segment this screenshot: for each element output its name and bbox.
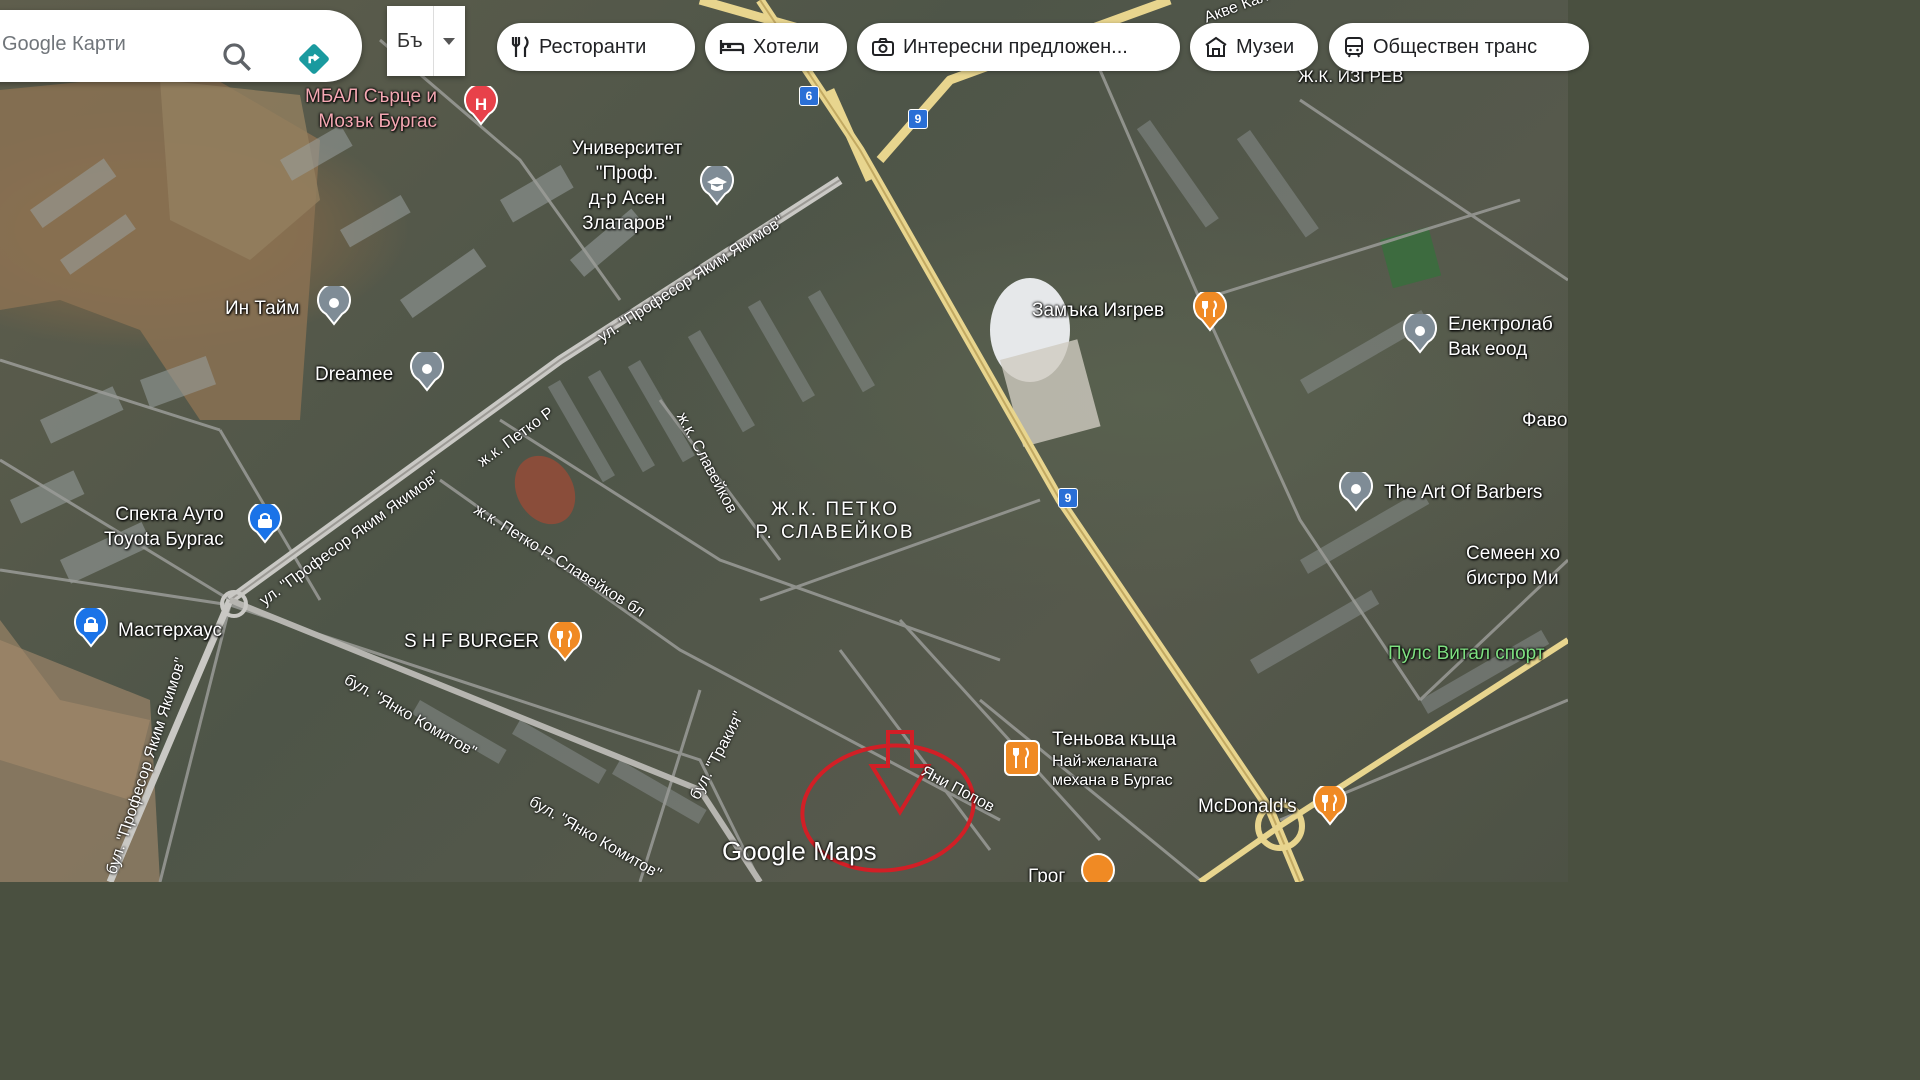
search-icon[interactable] xyxy=(220,40,254,74)
chip-transit[interactable]: Обществен транс xyxy=(1329,23,1589,71)
road-shield: 9 xyxy=(1058,488,1078,508)
map-canvas[interactable]: 6 9 9 ул. "Професор Яким Якимов" ул. "Пр… xyxy=(0,0,1568,882)
place-label-art-of-barbers[interactable]: The Art Of Barbers xyxy=(1384,480,1542,505)
restaurant-pin-icon[interactable] xyxy=(1312,786,1348,826)
divider xyxy=(433,6,434,76)
chip-hotels[interactable]: Хотели xyxy=(705,23,847,71)
satellite-base xyxy=(0,0,1568,882)
hospital-pin-icon[interactable]: H xyxy=(463,86,499,126)
place-label-masterhaus[interactable]: Мастерхаус xyxy=(118,618,222,643)
place-label-grog[interactable]: Грог xyxy=(1028,864,1065,882)
car-dealer-pin-icon[interactable] xyxy=(247,504,283,544)
museum-icon xyxy=(1205,36,1227,57)
place-pin-icon[interactable] xyxy=(1402,314,1438,354)
place-label-in-time[interactable]: Ин Тайм xyxy=(225,296,299,321)
university-pin-icon[interactable] xyxy=(699,166,735,206)
chip-label: Хотели xyxy=(753,35,820,58)
search-box xyxy=(0,10,362,82)
restaurant-pin-icon[interactable] xyxy=(1192,292,1228,332)
transit-icon xyxy=(1345,37,1363,58)
district-label: Ж.К. ПЕТКО Р. СЛАВЕЙКОВ xyxy=(755,499,915,543)
chip-label: Музеи xyxy=(1236,35,1295,58)
place-label-zamaka[interactable]: Замъка Изгрев xyxy=(1032,298,1164,323)
fork-knife-icon xyxy=(511,36,529,57)
google-maps-watermark: Google Maps xyxy=(722,836,877,866)
place-pin-icon[interactable] xyxy=(316,286,352,326)
svg-text:H: H xyxy=(475,95,487,114)
place-label-university[interactable]: Университет "Проф. д-р Асен Златаров" xyxy=(558,136,696,236)
shop-pin-icon[interactable] xyxy=(73,608,109,648)
language-selector[interactable]: Бъ xyxy=(387,6,465,76)
place-label-pulse[interactable]: Пулс Витал спорт xyxy=(1388,641,1545,666)
place-label-hospital[interactable]: МБАЛ Сърце и Мозък Бургас xyxy=(305,84,437,134)
place-label-dreamee[interactable]: Dreamee xyxy=(315,362,393,387)
chip-label: Ресторанти xyxy=(539,35,647,58)
place-label-mcdonalds[interactable]: McDonald's xyxy=(1198,794,1297,819)
camera-icon xyxy=(872,38,894,56)
place-label-tenyova[interactable]: Теньова къща xyxy=(1052,727,1176,752)
chip-restaurants[interactable]: Ресторанти xyxy=(497,23,695,71)
language-label: Бъ xyxy=(397,30,423,52)
restaurant-pin-icon[interactable] xyxy=(1080,852,1116,882)
place-label-tenyova-sub: Най-желаната механа в Бургас xyxy=(1052,753,1173,789)
bed-icon xyxy=(719,40,745,54)
chip-interesting[interactable]: Интересни предложен... xyxy=(857,23,1180,71)
place-label-favo[interactable]: Фаво xyxy=(1522,408,1567,433)
place-label-shf-burger[interactable]: S H F BURGER xyxy=(404,629,539,654)
directions-icon[interactable] xyxy=(297,42,331,76)
place-label-spekta[interactable]: Спекта Ауто Toyota Бургас xyxy=(104,502,224,552)
restaurant-pin-icon[interactable] xyxy=(547,622,583,662)
place-label-semeen[interactable]: Семеен хо бистро Ми xyxy=(1466,541,1560,591)
place-pin-icon[interactable] xyxy=(409,352,445,392)
search-input[interactable] xyxy=(0,32,204,57)
place-label-elektrolab[interactable]: Електролаб Вак еоод xyxy=(1448,312,1553,362)
chip-museums[interactable]: Музеи xyxy=(1190,23,1318,71)
road-shield: 6 xyxy=(799,86,819,106)
road-shield: 9 xyxy=(908,109,928,129)
chevron-down-icon[interactable] xyxy=(443,38,455,45)
restaurant-featured-icon[interactable] xyxy=(1004,740,1040,776)
chip-label: Обществен транс xyxy=(1373,35,1538,58)
chip-label: Интересни предложен... xyxy=(903,35,1128,58)
place-pin-icon[interactable] xyxy=(1338,472,1374,512)
